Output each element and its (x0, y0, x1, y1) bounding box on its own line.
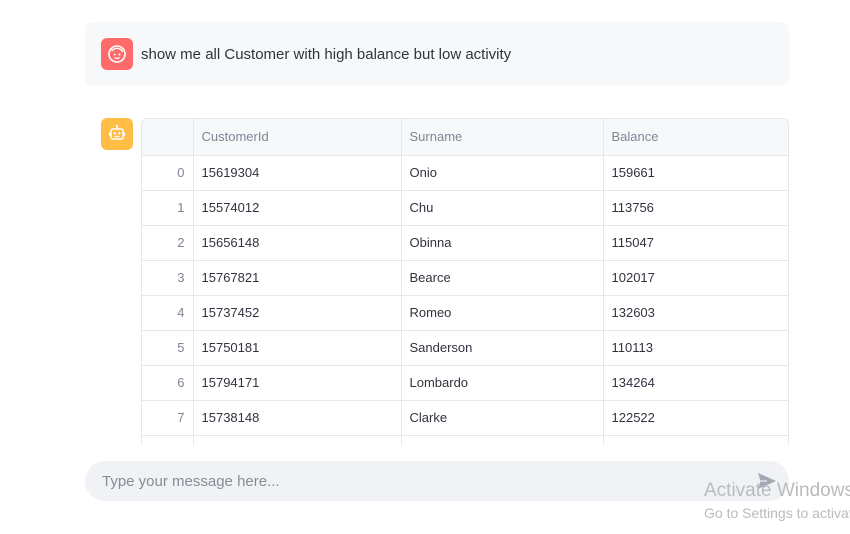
cell-customer-id[interactable] (193, 435, 402, 445)
cell-surname[interactable]: Lombardo (401, 365, 604, 401)
table-row: 3 15767821 Bearce 102017 (142, 260, 788, 296)
row-index[interactable]: 4 (142, 295, 194, 331)
table-row: 7 15738148 Clarke 122522 (142, 400, 788, 436)
table-row: 6 15794171 Lombardo 134264 (142, 365, 788, 401)
table-row: 5 15750181 Sanderson 110113 (142, 330, 788, 366)
cell-balance[interactable]: 115047 (603, 225, 788, 261)
assistant-avatar (101, 118, 133, 150)
header-surname[interactable]: Surname (401, 119, 604, 156)
cell-balance[interactable] (603, 435, 788, 445)
cell-balance[interactable]: 102017 (603, 260, 788, 296)
header-customer-id[interactable]: CustomerId (193, 119, 402, 156)
table-row: 4 15737452 Romeo 132603 (142, 295, 788, 331)
chat-input[interactable] (85, 461, 789, 501)
dataframe-table: CustomerId Surname Balance 0 15619304 On… (142, 119, 788, 445)
cell-customer-id[interactable]: 15574012 (193, 190, 402, 226)
cell-surname[interactable]: Bearce (401, 260, 604, 296)
cell-customer-id[interactable]: 15737452 (193, 295, 402, 331)
row-index[interactable]: 1 (142, 190, 194, 226)
user-avatar (101, 38, 133, 70)
cell-balance[interactable]: 122522 (603, 400, 788, 436)
cell-surname[interactable]: Clarke (401, 400, 604, 436)
cell-balance[interactable]: 110113 (603, 330, 788, 366)
user-message: show me all Customer with high balance b… (85, 22, 789, 86)
cell-surname[interactable]: Obinna (401, 225, 604, 261)
header-balance[interactable]: Balance (603, 119, 788, 156)
cell-balance[interactable]: 159661 (603, 155, 788, 191)
activate-windows-title: Activate Windows (704, 480, 850, 501)
robot-icon (109, 124, 125, 140)
cell-customer-id[interactable]: 15794171 (193, 365, 402, 401)
table-row: 0 15619304 Onio 159661 (142, 155, 788, 191)
cell-customer-id[interactable]: 15750181 (193, 330, 402, 366)
row-index[interactable]: 5 (142, 330, 194, 366)
user-face-icon (108, 45, 126, 63)
dataframe[interactable]: CustomerId Surname Balance 0 15619304 On… (141, 118, 789, 445)
table-row: 1 15574012 Chu 113756 (142, 190, 788, 226)
index-header[interactable] (142, 119, 194, 156)
cell-customer-id[interactable]: 15738148 (193, 400, 402, 436)
cell-balance[interactable]: 113756 (603, 190, 788, 226)
cell-surname[interactable]: Chu (401, 190, 604, 226)
cell-customer-id[interactable]: 15656148 (193, 225, 402, 261)
cell-balance[interactable]: 134264 (603, 365, 788, 401)
cell-surname[interactable]: Romeo (401, 295, 604, 331)
cell-balance[interactable]: 132603 (603, 295, 788, 331)
cell-customer-id[interactable]: 15619304 (193, 155, 402, 191)
cell-surname[interactable]: Onio (401, 155, 604, 191)
table-row: 2 15656148 Obinna 115047 (142, 225, 788, 261)
user-message-text: show me all Customer with high balance b… (141, 45, 512, 63)
cell-surname[interactable] (401, 435, 604, 445)
row-index[interactable]: 0 (142, 155, 194, 191)
row-index[interactable]: 7 (142, 400, 194, 436)
activate-windows-subtitle: Go to Settings to activate Windows. (704, 505, 850, 521)
table-header-row: CustomerId Surname Balance (142, 119, 788, 156)
assistant-avatar-wrap (101, 118, 133, 150)
chat-page: show me all Customer with high balance b… (0, 0, 850, 534)
row-index[interactable]: 3 (142, 260, 194, 296)
cell-customer-id[interactable]: 15767821 (193, 260, 402, 296)
row-index[interactable] (142, 435, 194, 445)
row-index[interactable]: 2 (142, 225, 194, 261)
row-index[interactable]: 6 (142, 365, 194, 401)
table-row (142, 435, 788, 445)
cell-surname[interactable]: Sanderson (401, 330, 604, 366)
